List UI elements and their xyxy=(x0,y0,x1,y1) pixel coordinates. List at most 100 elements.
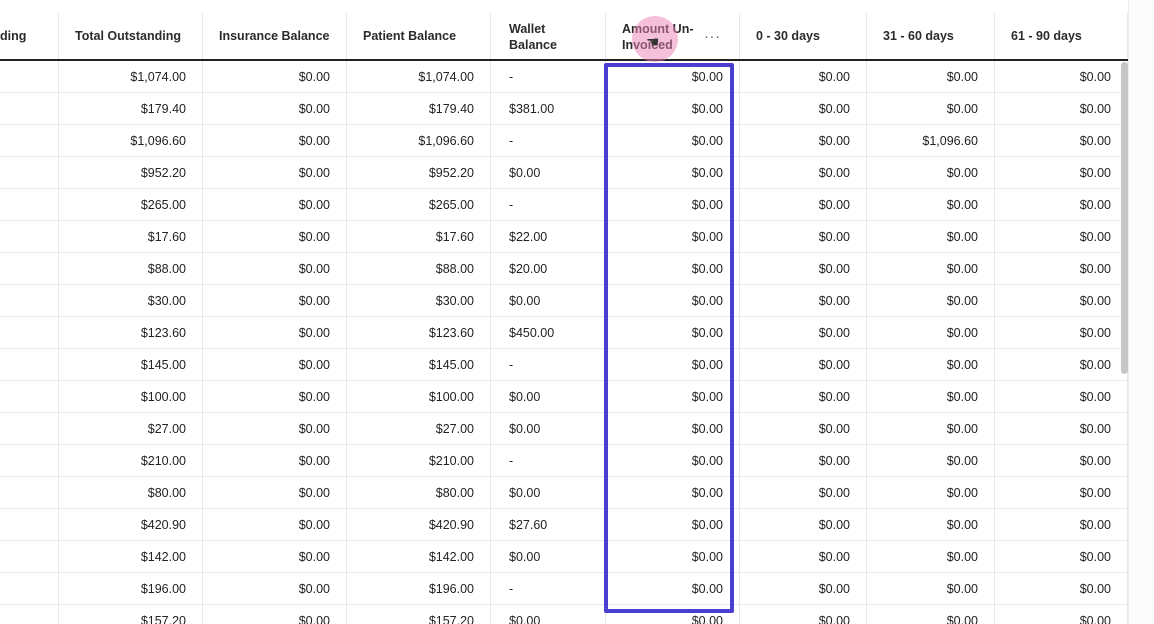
cell-wallet-balance: $381.00 xyxy=(491,93,606,124)
column-header-patient-balance[interactable]: Patient Balance xyxy=(347,13,491,59)
table-row[interactable]: $210.00 $0.00 $210.00- $0.00 $0.00 $0.00 $0.00 xyxy=(0,445,1128,477)
cell-insurance-balance: $0.00 xyxy=(203,477,347,508)
table-row[interactable]: $1,074.00 $0.00 $1,074.00- $0.00 $0.00 $0.00 $… xyxy=(0,61,1128,93)
cell-d31-60: $0.00 xyxy=(867,509,995,540)
cell-d0-30: $0.00 xyxy=(740,157,867,188)
cell-amount-uninvoiced: $0.00 xyxy=(606,477,740,508)
cell-patient-balance: $420.90 xyxy=(347,509,491,540)
table-row[interactable]: $196.00 $0.00 $196.00- $0.00 $0.00 $0.00 $0.00 xyxy=(0,573,1128,605)
cell-d61-90: $0.00 xyxy=(995,477,1128,508)
column-header-insurance-balance[interactable]: Insurance Balance xyxy=(203,13,347,59)
cell-wallet-balance: - xyxy=(491,445,606,476)
column-header-label: 0 - 30 days xyxy=(756,29,820,43)
vertical-scrollbar-track[interactable] xyxy=(1128,0,1154,624)
column-header-label: Insurance Balance xyxy=(219,29,330,43)
column-header-d0-30[interactable]: 0 - 30 days xyxy=(740,13,867,59)
table-row[interactable]: $1,096.60 $0.00 $1,096.60- $0.00 $0.00 $1,096… xyxy=(0,125,1128,157)
cell-total-outstanding: $100.00 xyxy=(59,381,203,412)
cell-insurance-balance: $0.00 xyxy=(203,221,347,252)
cell-amount-uninvoiced: $0.00 xyxy=(606,445,740,476)
cell-insurance-balance: $0.00 xyxy=(203,413,347,444)
cell-d61-90: $0.00 xyxy=(995,381,1128,412)
cell-insurance-balance: $0.00 xyxy=(203,509,347,540)
cell-amount-uninvoiced: $0.00 xyxy=(606,605,740,624)
cell-wallet-balance: $0.00 xyxy=(491,381,606,412)
column-header-total-outstanding[interactable]: Total Outstanding xyxy=(59,13,203,59)
cell-insurance-balance: $0.00 xyxy=(203,349,347,380)
cell-d0-30: $0.00 xyxy=(740,413,867,444)
table-row[interactable]: $17.60 $0.00 $17.60 $22.00 $0.00 $0.00 $0.00 $0… xyxy=(0,221,1128,253)
cell-d0-30: $0.00 xyxy=(740,253,867,284)
cell-patient-balance: $1,096.60 xyxy=(347,125,491,156)
table-row[interactable]: $265.00 $0.00 $265.00- $0.00 $0.00 $0.00 $0.00 xyxy=(0,189,1128,221)
cell-d31-60: $0.00 xyxy=(867,61,995,92)
column-header-d61-90[interactable]: 61 - 90 days xyxy=(995,13,1128,59)
table-row[interactable]: $88.00 $0.00 $88.00 $20.00 $0.00 $0.00 $0.00 $0… xyxy=(0,253,1128,285)
cell-total-outstanding: $952.20 xyxy=(59,157,203,188)
table-row[interactable]: $145.00 $0.00 $145.00- $0.00 $0.00 $0.00 $0.00 xyxy=(0,349,1128,381)
cell-c0 xyxy=(0,285,59,316)
column-header-amount-uninvoiced[interactable]: Amount Un-Invoiced ··· xyxy=(606,13,740,59)
column-header-d31-60[interactable]: 31 - 60 days xyxy=(867,13,995,59)
cell-d31-60: $0.00 xyxy=(867,253,995,284)
cell-c0 xyxy=(0,413,59,444)
cell-patient-balance: $1,074.00 xyxy=(347,61,491,92)
vertical-scrollbar-thumb[interactable] xyxy=(1121,62,1128,374)
cell-amount-uninvoiced: $0.00 xyxy=(606,253,740,284)
cell-patient-balance: $100.00 xyxy=(347,381,491,412)
cell-d31-60: $0.00 xyxy=(867,413,995,444)
cell-total-outstanding: $88.00 xyxy=(59,253,203,284)
cell-insurance-balance: $0.00 xyxy=(203,573,347,604)
more-horizontal-icon[interactable]: ··· xyxy=(704,28,721,44)
cell-amount-uninvoiced: $0.00 xyxy=(606,413,740,444)
cell-d31-60: $0.00 xyxy=(867,93,995,124)
table-header-row: ding Total Outstanding Insurance Balance Pa… xyxy=(0,13,1128,59)
column-header-label: 61 - 90 days xyxy=(1011,29,1082,43)
data-grid: ding Total Outstanding Insurance Balance Pa… xyxy=(0,0,1128,624)
cell-amount-uninvoiced: $0.00 xyxy=(606,93,740,124)
cell-patient-balance: $80.00 xyxy=(347,477,491,508)
cell-total-outstanding: $80.00 xyxy=(59,477,203,508)
cell-d61-90: $0.00 xyxy=(995,573,1128,604)
cell-total-outstanding: $1,096.60 xyxy=(59,125,203,156)
cell-d31-60: $0.00 xyxy=(867,445,995,476)
cell-total-outstanding: $145.00 xyxy=(59,349,203,380)
column-header-label: Wallet Balance xyxy=(509,22,557,52)
column-header-label: ding xyxy=(0,29,27,43)
table-row[interactable]: $100.00 $0.00 $100.00 $0.00 $0.00 $0.00 $0.00 $… xyxy=(0,381,1128,413)
cell-d0-30: $0.00 xyxy=(740,285,867,316)
cell-d0-30: $0.00 xyxy=(740,189,867,220)
column-header-c0[interactable]: ding xyxy=(0,13,59,59)
cell-insurance-balance: $0.00 xyxy=(203,189,347,220)
table-row[interactable]: $179.40 $0.00 $179.40 $381.00 $0.00 $0.00 $0.0… xyxy=(0,93,1128,125)
cell-wallet-balance: $0.00 xyxy=(491,541,606,572)
cell-d0-30: $0.00 xyxy=(740,61,867,92)
cell-amount-uninvoiced: $0.00 xyxy=(606,61,740,92)
table-row[interactable]: $420.90 $0.00 $420.90 $27.60 $0.00 $0.00 $0.00… xyxy=(0,509,1128,541)
cell-amount-uninvoiced: $0.00 xyxy=(606,157,740,188)
cell-d0-30: $0.00 xyxy=(740,93,867,124)
column-header-wallet-balance[interactable]: Wallet Balance xyxy=(491,13,606,59)
cell-total-outstanding: $179.40 xyxy=(59,93,203,124)
cell-insurance-balance: $0.00 xyxy=(203,93,347,124)
cell-d31-60: $0.00 xyxy=(867,605,995,624)
cell-amount-uninvoiced: $0.00 xyxy=(606,573,740,604)
table-row[interactable]: $952.20 $0.00 $952.20 $0.00 $0.00 $0.00 $0.00 $… xyxy=(0,157,1128,189)
cell-patient-balance: $179.40 xyxy=(347,93,491,124)
cell-insurance-balance: $0.00 xyxy=(203,125,347,156)
table-row[interactable]: $142.00 $0.00 $142.00 $0.00 $0.00 $0.00 $0.00 $… xyxy=(0,541,1128,573)
cell-amount-uninvoiced: $0.00 xyxy=(606,285,740,316)
cell-patient-balance: $88.00 xyxy=(347,253,491,284)
cell-d31-60: $0.00 xyxy=(867,541,995,572)
table-row[interactable]: $157.20 $0.00 $157.20 $0.00 $0.00 $0.00 $0.00 $… xyxy=(0,605,1128,624)
table-row[interactable]: $80.00 $0.00 $80.00 $0.00 $0.00 $0.00 $0.00 $0.… xyxy=(0,477,1128,509)
table-row[interactable]: $30.00 $0.00 $30.00 $0.00 $0.00 $0.00 $0.00 $0.… xyxy=(0,285,1128,317)
cell-total-outstanding: $30.00 xyxy=(59,285,203,316)
table-row[interactable]: $123.60 $0.00 $123.60 $450.00 $0.00 $0.00 $0.0… xyxy=(0,317,1128,349)
cell-wallet-balance: $22.00 xyxy=(491,221,606,252)
table-row[interactable]: $27.00 $0.00 $27.00 $0.00 $0.00 $0.00 $0.00 $0.… xyxy=(0,413,1128,445)
cell-insurance-balance: $0.00 xyxy=(203,61,347,92)
cell-wallet-balance: $0.00 xyxy=(491,285,606,316)
cell-d31-60: $0.00 xyxy=(867,573,995,604)
cell-d0-30: $0.00 xyxy=(740,221,867,252)
